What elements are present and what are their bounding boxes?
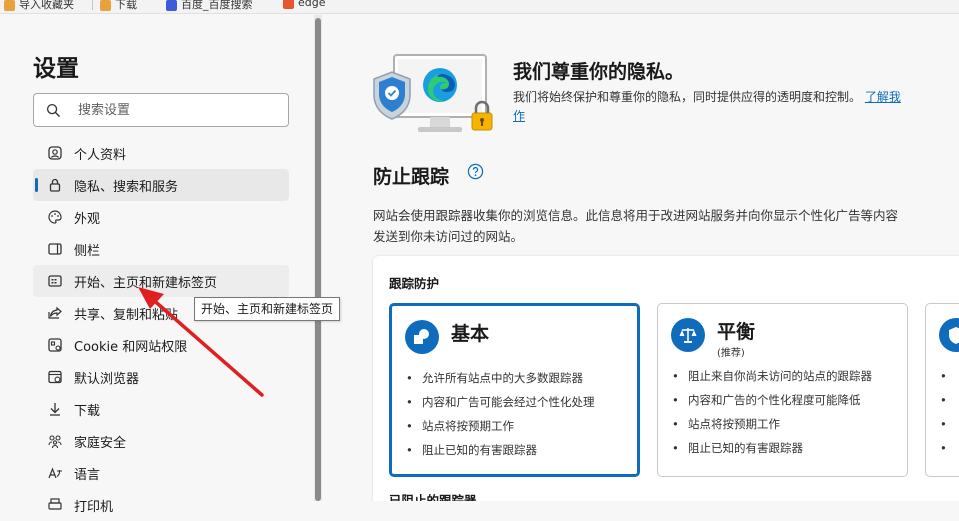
option-bullets <box>940 364 956 460</box>
learn-more-link-cont[interactable]: 作 <box>513 107 525 124</box>
language-icon <box>46 464 64 482</box>
bookmark-edge[interactable]: edge <box>283 0 326 9</box>
bookmark-downloads[interactable]: 下载 <box>100 0 137 12</box>
list-item <box>940 388 956 412</box>
sidebar-item-appearance[interactable]: 外观 <box>33 201 289 233</box>
tracking-option-basic[interactable]: 基本 允许所有站点中的大多数跟踪器 内容和广告可能会经过个性化处理 站点将按预期… <box>389 303 640 477</box>
list-item: 站点将按预期工作 <box>406 414 595 438</box>
sidebar-item-downloads[interactable]: 下载 <box>33 393 289 425</box>
option-name: 平衡 <box>717 321 756 343</box>
sidebar-item-label: 外观 <box>74 211 101 227</box>
printer-icon <box>46 496 64 514</box>
list-item: 站点将按预期工作 <box>672 412 872 436</box>
folder-icon <box>100 0 111 11</box>
sidebar-item-privacy[interactable]: 隐私、搜索和服务 <box>33 169 289 201</box>
share-icon <box>46 304 64 322</box>
list-item: 阻止已知的有害跟踪器 <box>672 436 872 460</box>
basic-shapes-icon <box>405 320 439 354</box>
learn-more-link[interactable]: 了解我 <box>865 90 901 104</box>
sidebar-item-label: 侧栏 <box>74 243 101 259</box>
sidebar-item-sidebar[interactable]: 侧栏 <box>33 233 289 265</box>
sidebar-item-label: 隐私、搜索和服务 <box>74 179 179 195</box>
option-bullets: 允许所有站点中的大多数跟踪器 内容和广告可能会经过个性化处理 站点将按预期工作 … <box>406 366 595 462</box>
list-item: 阻止来自你尚未访问的站点的跟踪器 <box>672 364 872 388</box>
lock-icon <box>46 176 64 194</box>
option-bullets: 阻止来自你尚未访问的站点的跟踪器 内容和广告的个性化程度可能降低 站点将按预期工… <box>672 364 872 460</box>
tracking-prevention-heading: 防止跟踪 <box>373 166 450 188</box>
bookmark-baidu[interactable]: 百度_百度搜索 <box>166 0 253 12</box>
list-item: 允许所有站点中的大多数跟踪器 <box>406 366 595 390</box>
privacy-illustration <box>373 54 493 132</box>
sidebar-icon <box>46 240 64 258</box>
download-icon <box>46 400 64 418</box>
tracking-prevention-card: 跟踪防护 基本 允许所有站点中的大多数跟踪器 内容和广告可能会经过个性化处理 站… <box>373 256 959 501</box>
tracking-prevention-label: 跟踪防护 <box>389 276 440 291</box>
baidu-icon <box>166 0 177 11</box>
shield-icon <box>939 318 959 352</box>
list-item <box>940 412 956 436</box>
sidebar-item-label: 语言 <box>74 467 101 483</box>
help-icon[interactable] <box>467 163 484 180</box>
search-input[interactable] <box>78 100 278 120</box>
tracking-description: 网站会使用跟踪器收集你的浏览信息。此信息将用于改进网站服务并向你显示个性化广告等… <box>373 208 899 244</box>
sidebar-item-label: 家庭安全 <box>74 435 127 451</box>
home-tabs-icon <box>46 272 64 290</box>
tracking-option-strict[interactable] <box>925 303 959 477</box>
option-name: 基本 <box>451 323 490 345</box>
sidebar-item-label: 打印机 <box>74 499 114 515</box>
bookmark-import[interactable]: 导入收藏夹 <box>4 0 74 12</box>
sidebar-scrollbar-thumb[interactable] <box>315 18 321 501</box>
search-box[interactable] <box>33 93 289 127</box>
sidebar-item-printer[interactable]: 打印机 <box>33 489 289 521</box>
profile-icon <box>46 144 64 162</box>
sidebar-item-label: 下载 <box>74 403 101 419</box>
sidebar-item-label: 默认浏览器 <box>74 371 140 387</box>
browser-icon <box>46 368 64 386</box>
family-icon <box>46 432 64 450</box>
blocked-trackers-label[interactable]: 已阻止的跟踪器 <box>389 490 477 501</box>
settings-sidebar: 设置 个人资料 隐私、搜索和服务 外观 侧栏 开始、主页和新建标签页 共享、复制… <box>0 15 314 515</box>
privacy-description: 我们将始终保护和尊重你的隐私，同时提供应得的透明度和控制。 了解我 <box>513 90 901 104</box>
sidebar-item-label: 共享、复制和粘贴 <box>74 307 179 323</box>
settings-title: 设置 <box>33 56 79 82</box>
edge-icon <box>283 0 294 9</box>
list-item: 内容和广告可能会经过个性化处理 <box>406 390 595 414</box>
sidebar-item-family[interactable]: 家庭安全 <box>33 425 289 457</box>
sidebar-item-label: 个人资料 <box>74 147 127 163</box>
favorites-bar: 导入收藏夹 下载 百度_百度搜索 edge <box>0 0 959 14</box>
sidebar-item-cookies[interactable]: Cookie 和网站权限 <box>33 329 289 361</box>
sidebar-item-label: 开始、主页和新建标签页 <box>74 275 218 291</box>
sidebar-item-label: Cookie 和网站权限 <box>74 339 188 355</box>
privacy-heading: 我们尊重你的隐私。 <box>513 61 685 83</box>
folder-icon <box>4 0 15 11</box>
scale-icon <box>671 318 705 352</box>
list-item: 阻止已知的有害跟踪器 <box>406 438 595 462</box>
recommended-label: (推荐) <box>717 348 745 359</box>
cookie-icon <box>46 336 64 354</box>
search-icon <box>46 103 61 118</box>
sidebar-item-default-browser[interactable]: 默认浏览器 <box>33 361 289 393</box>
list-item: 内容和广告的个性化程度可能降低 <box>672 388 872 412</box>
list-item <box>940 436 956 460</box>
sidebar-item-start-home-newtab[interactable]: 开始、主页和新建标签页 <box>33 265 289 297</box>
palette-icon <box>46 208 64 226</box>
sidebar-item-profile[interactable]: 个人资料 <box>33 137 289 169</box>
privacy-settings-page: 我们尊重你的隐私。 我们将始终保护和尊重你的隐私，同时提供应得的透明度和控制。 … <box>322 15 959 501</box>
sidebar-item-language[interactable]: 语言 <box>33 457 289 489</box>
divider <box>92 0 93 10</box>
tooltip: 开始、主页和新建标签页 <box>194 297 341 321</box>
list-item <box>940 364 956 388</box>
tracking-option-balanced[interactable]: 平衡 (推荐) 阻止来自你尚未访问的站点的跟踪器 内容和广告的个性化程度可能降低… <box>657 303 908 477</box>
